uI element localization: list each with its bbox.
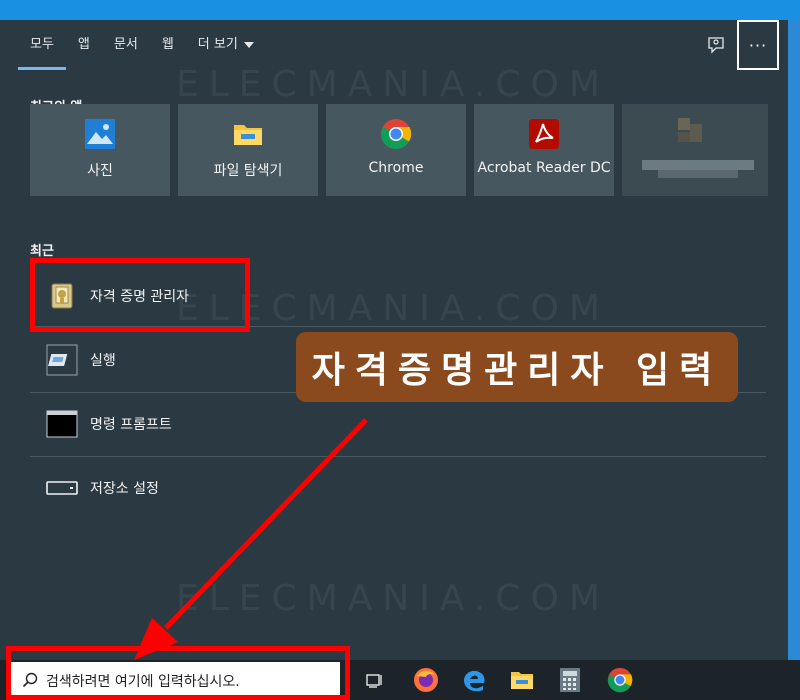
taskbar-edge[interactable] [458,664,490,696]
chrome-icon [607,667,633,693]
annotation-arrow [134,418,368,660]
task-view-icon [366,674,382,688]
calculator-icon [560,668,580,692]
highlight-box-search [6,646,350,700]
taskbar-chrome[interactable] [604,664,636,696]
taskbar-calculator[interactable] [554,664,586,696]
edge-icon [464,670,485,692]
file-explorer-icon [511,672,533,689]
taskbar-firefox[interactable] [410,664,442,696]
taskbar-file-explorer[interactable] [506,664,538,696]
firefox-icon [414,668,438,692]
taskbar-task-view[interactable] [358,664,390,696]
